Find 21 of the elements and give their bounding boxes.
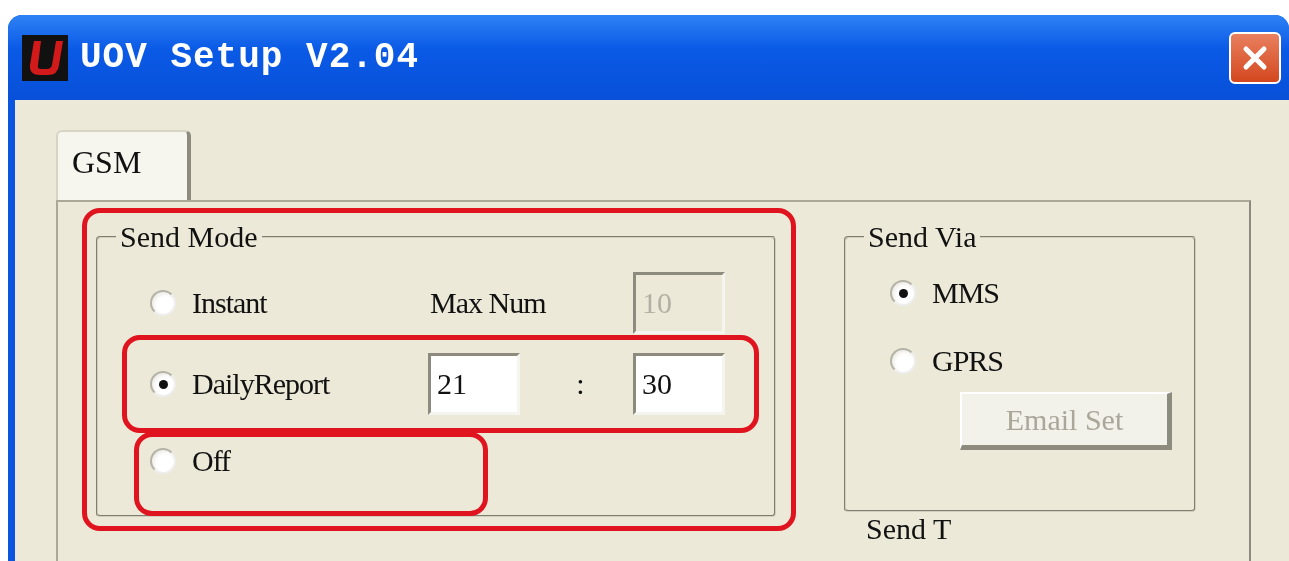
option-label: DailyReport xyxy=(192,369,330,399)
radio-button[interactable] xyxy=(890,280,916,306)
radio-button[interactable] xyxy=(150,290,176,316)
option-label: GPRS xyxy=(932,346,1004,376)
option-label: Instant xyxy=(192,288,267,318)
close-button[interactable] xyxy=(1229,31,1281,84)
field-label: Max Num xyxy=(429,288,547,318)
radio-button[interactable] xyxy=(890,348,916,374)
app-logo-icon xyxy=(22,34,68,81)
option-label: Off xyxy=(192,446,231,476)
group-label: Send Via xyxy=(867,222,978,252)
tab[interactable]: GSM xyxy=(56,130,191,200)
option-label: MMS xyxy=(932,278,1000,308)
time-separator: : xyxy=(576,369,585,399)
group-label: Send T xyxy=(866,514,953,544)
radio-button[interactable] xyxy=(150,448,176,474)
group-label: Send Mode xyxy=(119,222,259,252)
window-title: UOV Setup V2.04 xyxy=(80,35,420,80)
radio-button[interactable] xyxy=(150,371,176,397)
hour-field[interactable]: 21 xyxy=(428,353,520,415)
minute-field[interactable]: 30 xyxy=(633,353,725,415)
